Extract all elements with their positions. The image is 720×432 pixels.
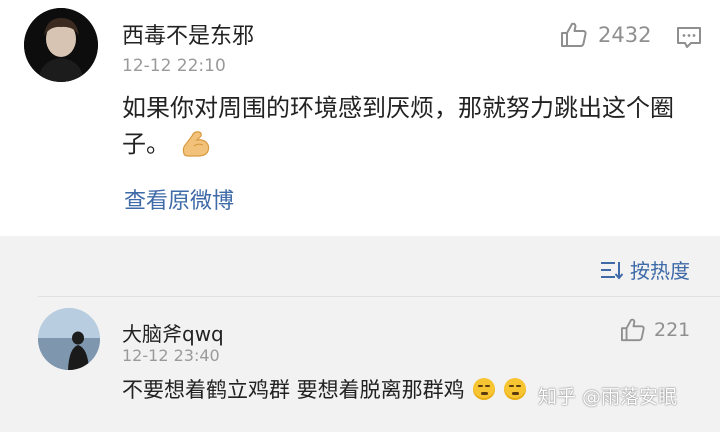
username[interactable]: 大脑斧qwq: [122, 318, 224, 347]
view-original-link[interactable]: 查看原微博: [124, 183, 234, 215]
comment-icon: [677, 27, 701, 48]
reply-comment: 大脑斧qwq 12-12 23:40 221 不要想着鹤立鸡群 要想着脱离那群鸡…: [0, 300, 720, 432]
sort-label: 按热度: [630, 259, 690, 283]
avatar[interactable]: [24, 8, 98, 82]
thumbs-up-icon: [561, 22, 587, 47]
reply-button[interactable]: [676, 26, 702, 54]
comment-body: 不要想着鹤立鸡群 要想着脱离那群鸡: [122, 378, 465, 402]
comment-text: 不要想着鹤立鸡群 要想着脱离那群鸡: [122, 374, 527, 404]
timestamp: 12-12 22:10: [122, 56, 226, 76]
flexed-biceps-icon: [182, 131, 209, 157]
main-comment: 西毒不是东邪 12-12 22:10 2432 如果你对周围的环境感到厌烦，那就…: [0, 0, 720, 236]
thinking-face-icon: [504, 378, 527, 400]
thinking-face-icon: [473, 378, 496, 400]
comment-text: 如果你对周围的环境感到厌烦，那就努力跳出这个圈子。: [122, 90, 707, 162]
username[interactable]: 西毒不是东邪: [122, 18, 254, 50]
timestamp: 12-12 23:40: [122, 346, 220, 365]
thumbs-up-icon: [621, 318, 645, 342]
avatar-image: [24, 8, 98, 82]
avatar[interactable]: [38, 308, 100, 370]
divider: [38, 296, 720, 297]
sort-button[interactable]: 按热度: [600, 255, 690, 284]
avatar-image: [38, 308, 100, 370]
like-count: 221: [654, 319, 691, 341]
like-count: 2432: [598, 23, 652, 47]
watermark: 知乎 @雨落安眠: [538, 386, 678, 408]
like-button[interactable]: 221: [620, 318, 690, 342]
sort-bar: 按热度: [0, 236, 720, 300]
like-button[interactable]: 2432: [560, 22, 651, 48]
sort-icon: [601, 261, 624, 280]
